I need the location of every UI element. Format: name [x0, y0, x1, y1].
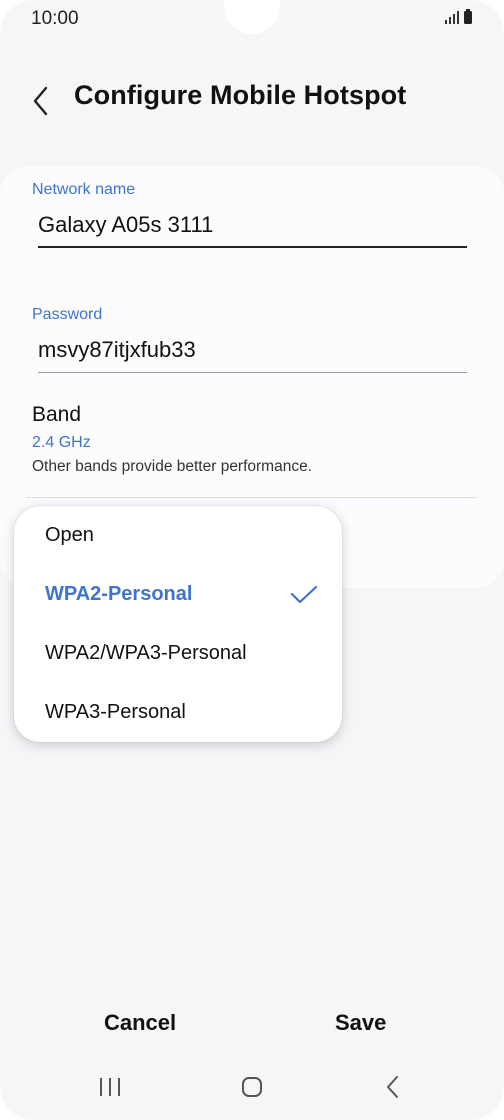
security-option-wpa3-personal[interactable]: WPA3-Personal [14, 685, 342, 741]
page-title: Configure Mobile Hotspot [74, 80, 407, 110]
password-underline [38, 372, 467, 373]
band-value: 2.4 GHz [32, 434, 91, 451]
option-label: WPA3-Personal [45, 701, 186, 723]
back-icon[interactable] [382, 1074, 404, 1105]
band-description: Other bands provide better performance. [32, 458, 313, 475]
security-dropdown-menu: Open WPA2-Personal WPA2/WPA3-Personal WP… [14, 506, 342, 742]
status-icons [445, 9, 472, 24]
security-option-wpa2-personal[interactable]: WPA2-Personal [14, 567, 342, 623]
battery-icon [464, 9, 472, 24]
option-label: WPA2-Personal [45, 583, 193, 605]
option-label: WPA2/WPA3-Personal [45, 642, 247, 664]
network-name-field[interactable]: Galaxy A05s 3111 [38, 212, 213, 238]
home-icon[interactable] [239, 1074, 265, 1105]
band-title: Band [32, 403, 82, 426]
save-button[interactable]: Save [335, 1010, 386, 1036]
screen: 10:00 Configure Mobile Hotspot Network n… [0, 0, 504, 1120]
app-header: Configure Mobile Hotspot [0, 72, 504, 126]
password-field[interactable]: msvy87itjxfub33 [38, 337, 196, 363]
checkmark-icon [290, 585, 318, 604]
option-label: Open [45, 524, 94, 546]
divider [26, 497, 477, 498]
password-label: Password [32, 306, 103, 323]
camera-notch [224, 0, 280, 34]
cancel-button[interactable]: Cancel [104, 1010, 176, 1036]
network-name-label: Network name [32, 181, 136, 198]
status-time: 10:00 [31, 8, 79, 29]
security-option-wpa2-wpa3-personal[interactable]: WPA2/WPA3-Personal [14, 626, 342, 682]
signal-icon [445, 11, 459, 24]
recent-apps-icon[interactable] [98, 1074, 122, 1105]
chevron-left-icon [33, 86, 48, 116]
back-button[interactable] [24, 76, 60, 122]
network-name-underline [38, 246, 467, 248]
security-option-open[interactable]: Open [14, 508, 342, 564]
